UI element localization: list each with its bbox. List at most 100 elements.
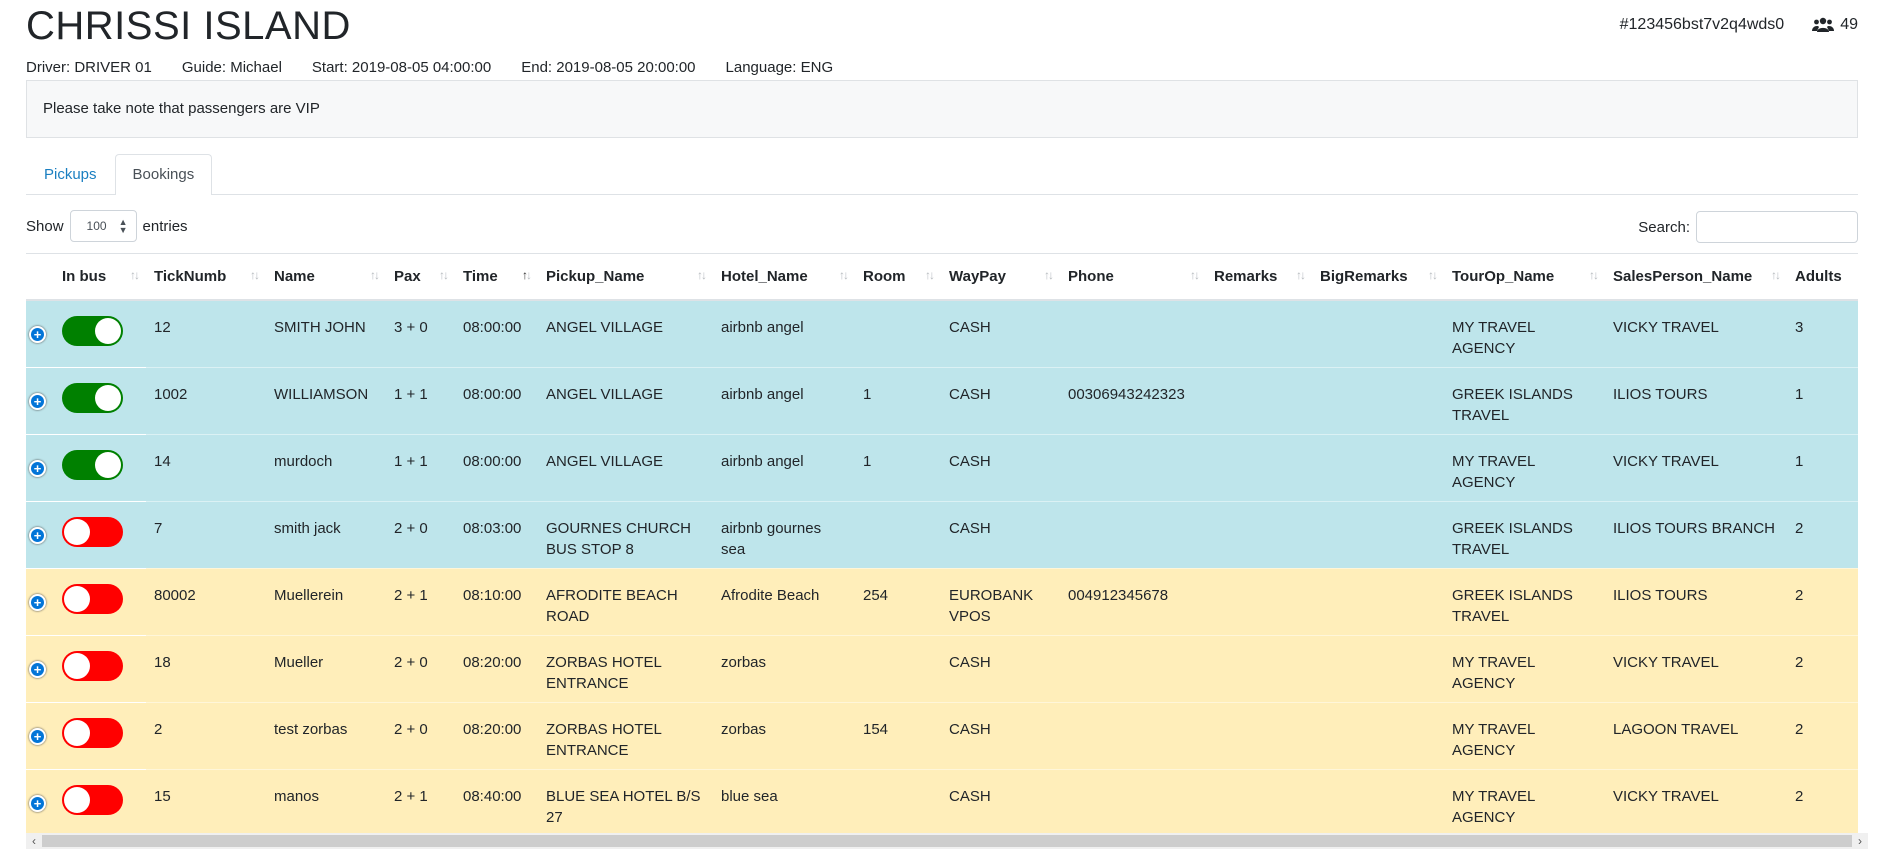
column-header-hotel-name[interactable]: Hotel_Name ↑↓ (713, 254, 855, 301)
table-header-row: In bus ↑↓ TickNumb ↑↓ Name ↑↓ Pax ↑↓ Time ↑↓ Picku… (26, 254, 1858, 301)
column-header-label: Hotel_Name (721, 268, 808, 285)
column-header-waypay[interactable]: WayPay ↑↓ (941, 254, 1060, 301)
in-bus-toggle[interactable] (62, 449, 123, 480)
column-header-remarks[interactable]: Remarks ↑↓ (1206, 254, 1312, 301)
expand-row-icon[interactable]: + (29, 727, 46, 745)
cell-tourop: MY TRAVEL AGENCY (1444, 768, 1605, 836)
sort-icon[interactable]: ↑↓ (1296, 268, 1306, 282)
table-body: +12 SMITH JOHN 3 + 0 08:00:00 ANGEL VILLAGE a… (26, 299, 1858, 836)
scroll-right-icon[interactable]: › (1852, 833, 1868, 849)
language-info: Language: ENG (725, 59, 834, 76)
column-header-bigremarks[interactable]: BigRemarks ↑↓ (1312, 254, 1444, 301)
cell-time: 08:10:00 (455, 567, 538, 635)
expand-row-icon[interactable]: + (29, 326, 46, 343)
search-input[interactable] (1696, 211, 1858, 243)
expand-row-icon[interactable]: + (29, 526, 46, 544)
in-bus-toggle[interactable] (62, 516, 123, 547)
cell-time: 08:03:00 (455, 500, 538, 568)
cell-adults: 2 (1787, 701, 1858, 769)
cell-name: Muellerein (266, 567, 386, 635)
scrollbar-thumb[interactable] (42, 835, 1852, 847)
start-info: Start: 2019-08-05 04:00:00 (311, 59, 492, 76)
tab-pickups[interactable]: Pickups (26, 154, 115, 194)
column-header-label: SalesPerson_Name (1613, 268, 1753, 285)
sort-icon[interactable]: ↑↓ (1190, 268, 1200, 282)
column-header-time[interactable]: Time ↑↓ (455, 254, 538, 301)
column-header-tourop-name[interactable]: TourOp_Name ↑↓ (1444, 254, 1605, 301)
sort-icon[interactable]: ↑↓ (370, 268, 380, 282)
expand-row-icon[interactable]: + (29, 392, 46, 410)
column-header-salesperson-name[interactable]: SalesPerson_Name ↑↓ (1605, 254, 1787, 301)
column-header-name[interactable]: Name ↑↓ (266, 254, 386, 301)
cell-phone (1060, 701, 1206, 769)
cell-tick: 18 (146, 634, 266, 702)
cell-phone (1060, 433, 1206, 501)
column-header-adults[interactable]: Adults↑↓ (1787, 254, 1858, 301)
bookings-table-wrapper: In bus ↑↓ TickNumb ↑↓ Name ↑↓ Pax ↑↓ Time ↑↓ Picku… (26, 253, 1858, 836)
page-length-value: 100 (86, 219, 107, 233)
cell-waypay: EUROBANK VPOS (941, 567, 1060, 635)
in-bus-toggle[interactable] (62, 316, 123, 346)
sort-icon[interactable]: ↑↓ (1044, 268, 1054, 282)
cell-time: 08:00:00 (455, 299, 538, 367)
cell-waypay: CASH (941, 701, 1060, 769)
cell-room: 1 (855, 366, 941, 434)
tab-bookings[interactable]: Bookings (114, 154, 213, 195)
horizontal-scrollbar[interactable]: ‹ › (26, 833, 1868, 849)
cell-tourop: GREEK ISLANDS TRAVEL (1444, 500, 1605, 568)
cell-hotel: airbnb gournes sea (713, 500, 855, 568)
in-bus-toggle[interactable] (62, 382, 123, 413)
sort-icon[interactable]: ↑↓ (925, 268, 935, 282)
cell-pickup: ZORBAS HOTEL ENTRANCE (538, 634, 713, 702)
sort-icon[interactable]: ↑↓ (697, 268, 707, 282)
in-bus-toggle[interactable] (62, 717, 123, 748)
sort-icon[interactable]: ↑↓ (130, 268, 140, 282)
expand-row-icon[interactable]: + (29, 660, 46, 678)
column-header-ticknumb[interactable]: TickNumb ↑↓ (146, 254, 266, 301)
in-bus-toggle[interactable] (62, 650, 123, 681)
column-header-phone[interactable]: Phone ↑↓ (1060, 254, 1206, 301)
expand-row-icon[interactable]: + (29, 794, 46, 812)
entries-label: entries (142, 217, 188, 235)
cell-adults: 2 (1787, 500, 1858, 568)
column-header-pickup-name[interactable]: Pickup_Name ↑↓ (538, 254, 713, 301)
sort-icon[interactable]: ↑↓ (250, 268, 260, 282)
expand-row-icon[interactable]: + (29, 593, 46, 611)
column-header-label: Room (863, 268, 906, 285)
cell-tick: 1002 (146, 366, 266, 434)
expand-row-icon[interactable]: + (29, 459, 46, 477)
cell-pickup: ANGEL VILLAGE (538, 433, 713, 501)
sort-icon[interactable]: ↑↓ (439, 268, 449, 282)
page-length-select[interactable]: 100 ▲ ▼ (69, 210, 137, 242)
cell-bigremarks (1312, 500, 1444, 568)
cell-name: murdoch (266, 433, 386, 501)
sort-icon[interactable]: ↑↓ (1589, 268, 1599, 282)
cell-waypay: CASH (941, 299, 1060, 367)
tour-meta: Driver: DRIVER 01 Guide: Michael Start: … (26, 56, 1858, 80)
toggle-knob (64, 652, 90, 679)
toggle-knob (64, 585, 90, 612)
cell-sales: ILIOS TOURS (1605, 567, 1787, 635)
scroll-left-icon[interactable]: ‹ (26, 833, 42, 849)
booking-code: #123456bst7v2q4wds0 (1619, 16, 1785, 33)
column-header-pax[interactable]: Pax ↑↓ (386, 254, 455, 301)
sort-icon[interactable]: ↑↓ (522, 268, 532, 282)
cell-hotel: zorbas (713, 634, 855, 702)
cell-pax: 1 + 1 (386, 366, 455, 434)
sort-icon[interactable]: ↑↓ (839, 268, 849, 282)
column-header-in-bus[interactable]: In bus ↑↓ (26, 254, 146, 301)
table-controls: Show 100 ▲ ▼ entries Search: (26, 195, 1858, 245)
in-bus-toggle[interactable] (62, 583, 123, 614)
cell-name: SMITH JOHN (266, 299, 386, 367)
in-bus-toggle[interactable] (62, 784, 123, 815)
sort-icon[interactable]: ↑↓ (1771, 268, 1781, 282)
sort-icon[interactable]: ↑↓ (1428, 268, 1438, 282)
in-bus-cell: + (26, 299, 146, 367)
cell-adults: 1 (1787, 366, 1858, 434)
column-header-label: Pax (394, 268, 421, 285)
cell-hotel: Afrodite Beach (713, 567, 855, 635)
select-arrows-icon: ▲ ▼ (118, 217, 128, 235)
column-header-room[interactable]: Room ↑↓ (855, 254, 941, 301)
column-header-label: In bus (62, 268, 107, 285)
cell-bigremarks (1312, 701, 1444, 769)
